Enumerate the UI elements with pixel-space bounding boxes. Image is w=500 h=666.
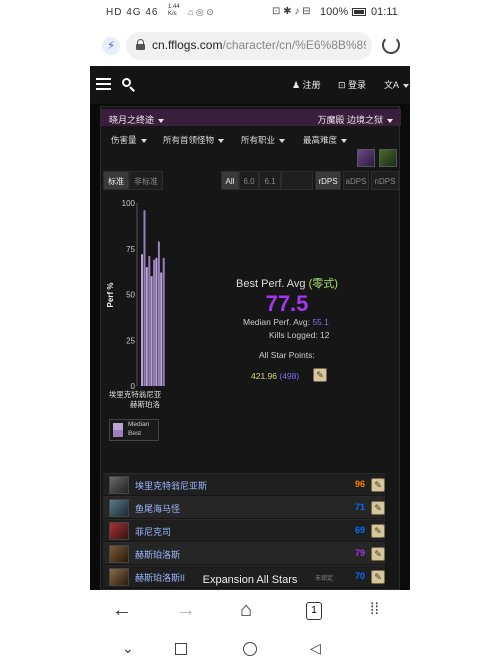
system-back-icon[interactable]: ◁ xyxy=(310,638,321,658)
url-field[interactable]: cn.fflogs.com/character/cn/%E6%8B%89%E6 xyxy=(126,32,372,60)
chart-bar xyxy=(157,241,160,386)
job-icon[interactable] xyxy=(357,149,375,167)
best-perf-title: Best Perf. Avg (零式) xyxy=(236,278,338,290)
boss-star-button[interactable]: ✎ xyxy=(371,547,385,561)
chart-bar xyxy=(150,276,153,386)
tab-all[interactable]: All xyxy=(221,171,239,190)
boss-portrait-icon xyxy=(109,499,129,517)
chart-bar xyxy=(162,257,165,386)
tab-rdps[interactable]: rDPS xyxy=(315,171,341,190)
boss-portrait-icon xyxy=(109,545,129,563)
legend-median-swatch xyxy=(113,423,123,430)
forward-arrow-icon[interactable]: → xyxy=(176,600,196,620)
tab-blank[interactable] xyxy=(281,171,313,190)
address-bar: ⚡ cn.fflogs.com/character/cn/%E6%8B%89%E… xyxy=(100,30,400,62)
zone-bar: 晓月之终途 万魔殿 边境之狱 xyxy=(101,109,401,126)
chart-bar xyxy=(153,259,156,386)
register-link[interactable]: ♟ 注册 xyxy=(292,78,321,91)
tab-ndps[interactable]: nDPS xyxy=(371,171,399,190)
x-tick-label: 赫斯珀洛 xyxy=(130,399,160,409)
recents-icon[interactable] xyxy=(175,643,187,655)
system-icons: ⊡ ✱ ♪ ⊟ xyxy=(272,6,311,17)
y-tick-label: 50 xyxy=(126,291,135,300)
more-options-icon[interactable]: ⁞⁞ xyxy=(370,600,379,620)
back-arrow-icon[interactable]: ← xyxy=(112,600,132,620)
boss-dropdown[interactable]: 所有首领怪物 xyxy=(163,134,225,146)
median-perf: Median Perf. Avg: 55.1 xyxy=(243,317,329,327)
tab-patch-6-0[interactable]: 6.0 xyxy=(239,171,259,190)
zone-dropdown[interactable]: 晓月之终途 xyxy=(109,113,165,126)
perf-chart: 100 75 50 25 0 Perf % 埃里克特翁尼亚 赫斯珀洛 Median Best xyxy=(101,193,171,463)
search-icon[interactable] xyxy=(122,78,135,92)
all-star-points: 421.96 (498) xyxy=(251,371,300,381)
chart-bar xyxy=(148,256,151,386)
browser-toolbar: ← → ⌂ 1 ⁞⁞ xyxy=(0,594,500,628)
tab-non-standard[interactable]: 非标准 xyxy=(129,171,163,190)
clock: 01:11 xyxy=(371,6,398,18)
legend-median-label: Median xyxy=(128,421,150,428)
boss-row[interactable]: 菲尼克司 69 ✎ xyxy=(103,519,385,541)
boss-portrait-icon xyxy=(109,522,129,540)
filter-tabs: 标准 非标准 All 6.0 6.1 rDPS aDPS nDPS xyxy=(101,171,401,190)
boss-star-button[interactable]: ✎ xyxy=(371,478,385,492)
language-selector[interactable]: 文A xyxy=(384,78,410,91)
tab-standard[interactable]: 标准 xyxy=(103,171,129,190)
spec-icon[interactable] xyxy=(379,149,397,167)
y-tick-label: 25 xyxy=(126,336,135,345)
y-axis-label: Perf % xyxy=(106,283,115,308)
summary-block: Best Perf. Avg (零式) 77.5 Median Perf. Av… xyxy=(173,193,401,463)
menu-icon[interactable] xyxy=(96,78,111,90)
collapse-chevron-icon[interactable]: ⌄ xyxy=(122,638,134,658)
system-navigation-bar: ⌄ ◁ xyxy=(0,630,500,666)
job-dropdown[interactable]: 所有职业 xyxy=(241,134,286,146)
app-notification-icons: ⌂ ◎ ⊙ xyxy=(188,7,214,17)
all-star-label: All Star Points: xyxy=(259,350,315,360)
url-text[interactable]: cn.fflogs.com/character/cn/%E6%8B%89%E6 xyxy=(152,38,366,52)
tab-patch-6-1[interactable]: 6.1 xyxy=(259,171,281,190)
reload-icon[interactable] xyxy=(382,36,400,54)
legend-best-label: Best xyxy=(128,430,142,437)
boss-row[interactable]: 埃里克特翁尼亚斯 96 ✎ xyxy=(103,473,385,495)
expansion-all-stars-heading: Expansion All Stars xyxy=(202,574,298,586)
status-left: HD 4G 46 xyxy=(106,7,159,18)
chart-bar xyxy=(141,254,143,386)
login-link[interactable]: ⊡ 登录 xyxy=(338,78,366,91)
battery-icon xyxy=(352,8,366,16)
difficulty-dropdown[interactable]: 最高难度 xyxy=(303,134,348,146)
metric-dropdown[interactable]: 伤害量 xyxy=(111,134,147,146)
boss-row[interactable]: 鱼尾海马怪 71 ✎ xyxy=(103,496,385,518)
all-star-button[interactable]: ✎ xyxy=(313,368,327,382)
chart-bar xyxy=(145,267,148,386)
filter-bar: 伤害量 所有首领怪物 所有职业 最高难度 xyxy=(101,131,401,149)
rankings-panel: 晓月之终途 万魔殿 边境之狱 伤害量 所有首领怪物 所有职业 最高难度 标准 非… xyxy=(100,106,401,590)
legend-best-swatch xyxy=(113,430,123,437)
boss-row[interactable]: 赫斯珀洛斯 79 ✎ xyxy=(103,542,385,564)
lightning-icon[interactable]: ⚡ xyxy=(102,37,120,55)
fflogs-page: ♟ 注册 ⊡ 登录 文A 晓月之终途 万魔殿 边境之狱 伤害量 所有首领怪物 所… xyxy=(90,66,410,590)
system-home-icon[interactable] xyxy=(243,642,257,656)
status-bar: HD 4G 46 1.44 K/s ⌂ ◎ ⊙ ⊡ ✱ ♪ ⊟ 100% 01:… xyxy=(0,0,500,26)
boss-star-button[interactable]: ✎ xyxy=(371,501,385,515)
chart-bar xyxy=(155,257,158,386)
y-tick-label: 100 xyxy=(122,199,136,208)
boss-list: 埃里克特翁尼亚斯 96 ✎ 鱼尾海马怪 71 ✎ 菲尼克司 69 ✎ 赫斯珀洛斯… xyxy=(101,471,401,587)
tab-adps[interactable]: aDPS xyxy=(343,171,369,190)
best-perf-value: 77.5 xyxy=(265,291,309,316)
battery-percent: 100% xyxy=(320,6,349,18)
tabs-count-icon[interactable]: 1 xyxy=(306,602,322,620)
site-header: ♟ 注册 ⊡ 登录 文A xyxy=(90,66,410,104)
boss-star-button[interactable]: ✎ xyxy=(371,524,385,538)
lock-icon xyxy=(136,39,145,50)
x-tick-label: 埃里克特翁尼亚 xyxy=(109,389,162,399)
raid-dropdown[interactable]: 万魔殿 边境之狱 xyxy=(317,113,393,126)
chart-bar xyxy=(143,210,146,386)
home-icon[interactable]: ⌂ xyxy=(240,600,252,620)
network-speed: 1.44 K/s xyxy=(168,4,180,17)
chart-bar xyxy=(160,272,163,386)
y-tick-label: 75 xyxy=(126,245,135,254)
chart-legend: Median Best xyxy=(109,419,159,441)
boss-portrait-icon xyxy=(109,476,129,494)
kills-logged: Kills Logged: 12 xyxy=(269,330,330,340)
